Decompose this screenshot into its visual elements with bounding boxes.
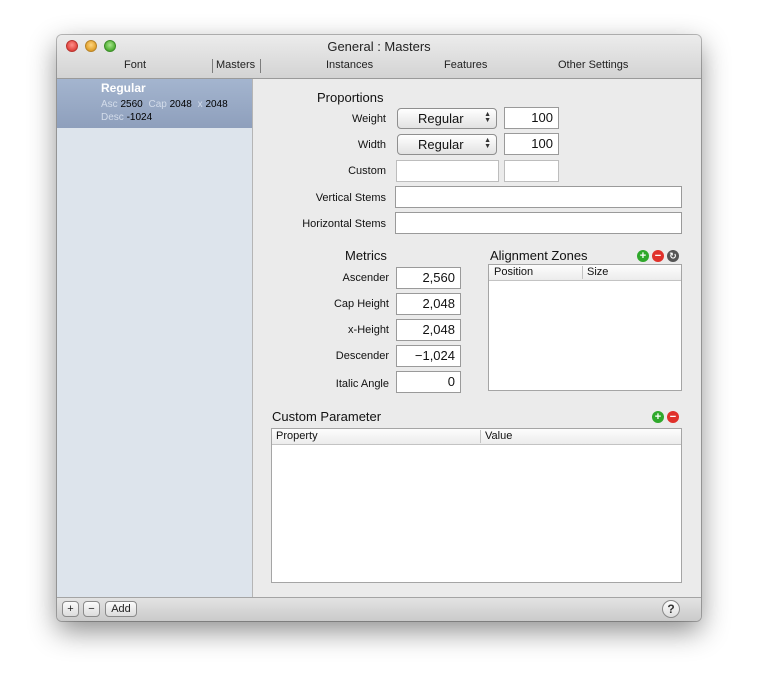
x-label: x — [197, 99, 203, 110]
x-height-field[interactable]: 2,048 — [396, 319, 461, 341]
master-settings-panel: Proportions Weight Regular ▲ ▼ 100 Width … — [253, 79, 701, 597]
alignment-zones-header: Position Size — [489, 265, 681, 281]
vertical-stems-label: Vertical Stems — [315, 192, 386, 204]
proportions-heading: Proportions — [317, 90, 384, 105]
descender-field[interactable]: −1,024 — [396, 345, 461, 367]
cap-value: 2048 — [169, 99, 192, 110]
ascender-field[interactable]: 2,560 — [396, 267, 461, 289]
window-title: General : Masters — [327, 39, 431, 54]
metrics-heading: Metrics — [345, 248, 387, 263]
add-zone-plus-icon[interactable]: + — [637, 250, 649, 262]
asc-value: 2560 — [120, 99, 143, 110]
asc-label: Asc — [101, 99, 118, 110]
column-header-value[interactable]: Value — [485, 430, 512, 442]
column-divider — [582, 266, 583, 279]
column-header-size[interactable]: Size — [587, 266, 608, 278]
horizontal-stems-field[interactable] — [395, 212, 682, 234]
minus-icon: − — [88, 603, 95, 615]
width-label: Width — [357, 139, 386, 151]
add-parameter-plus-icon[interactable]: + — [652, 411, 664, 423]
alignment-zones-table[interactable]: Position Size — [488, 264, 682, 391]
column-divider — [480, 430, 481, 443]
tab-font[interactable]: Font — [124, 59, 146, 71]
tab-masters[interactable]: Masters — [216, 59, 255, 71]
remove-master-button[interactable]: − — [83, 601, 100, 617]
master-desc-row: Desc -1024 — [101, 112, 152, 123]
width-value-field[interactable]: 100 — [504, 133, 559, 155]
help-button[interactable]: ? — [662, 600, 680, 618]
weight-label: Weight — [351, 113, 386, 125]
master-metrics-row: Asc 2560 Cap 2048 x 2048 — [101, 99, 228, 110]
column-header-property[interactable]: Property — [276, 430, 318, 442]
plus-icon: + — [67, 603, 74, 615]
italic-angle-field[interactable]: 0 — [396, 371, 461, 393]
x-height-label: x-Height — [348, 324, 389, 336]
vertical-stems-field[interactable] — [395, 186, 682, 208]
weight-popup[interactable]: Regular ▲ ▼ — [397, 108, 497, 129]
popup-arrows-icon: ▲ ▼ — [484, 111, 491, 124]
custom-parameter-header: Property Value — [272, 429, 681, 445]
tab-features[interactable]: Features — [444, 59, 487, 71]
horizontal-stems-label: Horizontal Stems — [302, 218, 386, 230]
width-popup[interactable]: Regular ▲ ▼ — [397, 134, 497, 155]
x-value: 2048 — [205, 99, 228, 110]
masters-window: General : Masters Font Masters Instances… — [57, 35, 701, 621]
custom-label: Custom — [348, 165, 386, 177]
tab-separator — [212, 59, 213, 73]
weight-popup-value: Regular — [418, 111, 464, 126]
cap-height-label: Cap Height — [333, 298, 389, 310]
descender-label: Descender — [335, 350, 389, 362]
cap-height-field[interactable]: 2,048 — [396, 293, 461, 315]
custom-parameter-table[interactable]: Property Value — [271, 428, 682, 583]
alignment-zones-heading: Alignment Zones — [490, 248, 588, 263]
custom-name-field[interactable] — [396, 160, 499, 182]
custom-parameter-heading: Custom Parameter — [272, 409, 382, 424]
desc-value: -1024 — [126, 112, 153, 123]
ascender-label: Ascender — [342, 272, 389, 284]
tab-other-settings[interactable]: Other Settings — [558, 59, 628, 71]
tab-separator — [260, 59, 261, 73]
refresh-zones-icon[interactable]: ↻ — [667, 250, 679, 262]
add-button[interactable]: Add — [105, 601, 137, 617]
column-header-position[interactable]: Position — [494, 266, 533, 278]
popup-arrows-icon: ▲ ▼ — [484, 137, 491, 150]
remove-parameter-minus-icon[interactable]: − — [667, 411, 679, 423]
master-name: Regular — [101, 81, 146, 95]
width-popup-value: Regular — [418, 137, 464, 152]
weight-value-field[interactable]: 100 — [504, 107, 559, 129]
desc-label: Desc — [101, 112, 124, 123]
cap-label: Cap — [148, 99, 167, 110]
master-list-item[interactable]: Regular Asc 2560 Cap 2048 x 2048 Desc -1… — [57, 79, 252, 128]
bottom-toolbar: + − Add ? — [57, 597, 701, 621]
tab-instances[interactable]: Instances — [326, 59, 373, 71]
title-bar: General : Masters Font Masters Instances… — [57, 35, 701, 79]
remove-zone-minus-icon[interactable]: − — [652, 250, 664, 262]
custom-value-field[interactable] — [504, 160, 559, 182]
italic-angle-label: Italic Angle — [335, 378, 389, 390]
help-icon: ? — [667, 602, 675, 616]
add-master-button[interactable]: + — [62, 601, 79, 617]
masters-sidebar: Regular Asc 2560 Cap 2048 x 2048 Desc -1… — [57, 79, 253, 597]
